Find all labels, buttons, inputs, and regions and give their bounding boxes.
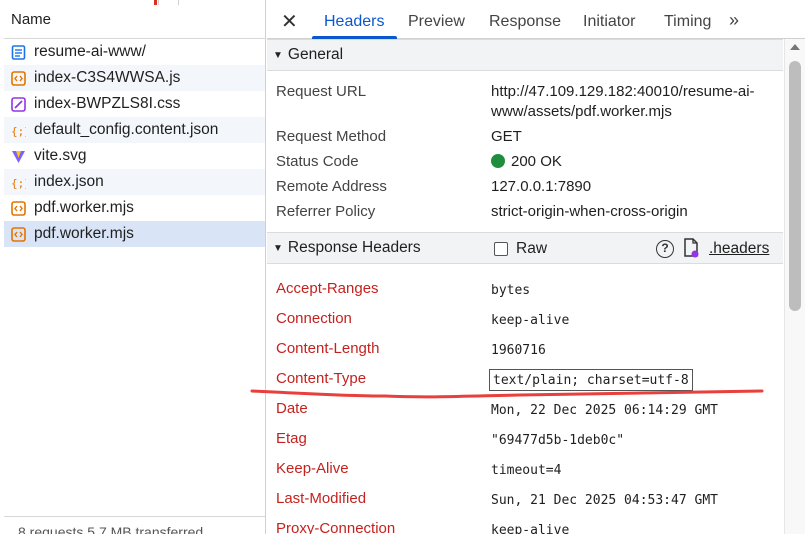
header-value: bytes xyxy=(491,283,531,298)
tab-response[interactable]: Response xyxy=(489,13,561,31)
request-name: index-BWPZLS8I.css xyxy=(34,95,181,112)
request-row[interactable]: pdf.worker.mjs xyxy=(4,195,265,221)
headers-file-link[interactable]: .headers xyxy=(709,240,769,258)
remote-address-value: 127.0.0.1:7890 xyxy=(491,178,592,195)
header-value: 1960716 xyxy=(491,343,546,358)
json-icon: {;} xyxy=(11,123,31,138)
raw-label[interactable]: Raw xyxy=(516,240,547,258)
request-method-label: Request Method xyxy=(276,128,387,145)
tab-initiator[interactable]: Initiator xyxy=(583,13,635,31)
help-icon[interactable]: ? xyxy=(656,240,674,258)
header-name: Proxy-Connection xyxy=(276,520,396,534)
tab-timing[interactable]: Timing xyxy=(664,13,711,31)
status-ok-icon xyxy=(491,154,505,168)
status-code-text: 200 OK xyxy=(511,153,562,170)
remote-address-label: Remote Address xyxy=(276,178,387,195)
script-icon xyxy=(11,200,26,216)
header-name: Keep-Alive xyxy=(276,460,349,477)
request-row[interactable]: {;} default_config.content.json xyxy=(4,117,265,143)
request-url-value: http://47.109.129.182:40010/resume-ai- xyxy=(491,83,755,100)
request-name: pdf.worker.mjs xyxy=(34,199,134,216)
scrollbar-thumb[interactable] xyxy=(789,61,801,311)
request-url-label: Request URL xyxy=(276,83,367,100)
header-value: Mon, 22 Dec 2025 06:14:29 GMT xyxy=(491,403,718,418)
request-row[interactable]: index-BWPZLS8I.css xyxy=(4,91,265,117)
json-icon: {;} xyxy=(11,175,31,190)
request-name: vite.svg xyxy=(34,147,87,164)
vertical-scrollbar[interactable] xyxy=(784,39,805,534)
request-name: pdf.worker.mjs xyxy=(34,225,134,242)
script-icon xyxy=(11,226,26,242)
raw-checkbox[interactable] xyxy=(494,242,508,256)
header-name: Etag xyxy=(276,430,307,447)
request-row[interactable]: vite.svg xyxy=(4,143,265,169)
svg-text:{;}: {;} xyxy=(11,125,26,138)
header-value: keep-alive xyxy=(491,523,570,534)
scroll-up-icon[interactable] xyxy=(790,44,800,50)
request-name: index-C3S4WWSA.js xyxy=(34,69,181,86)
request-row-selected[interactable]: pdf.worker.mjs xyxy=(4,221,265,247)
header-name: Content-Type xyxy=(276,370,367,387)
close-icon[interactable]: ✕ xyxy=(281,9,301,33)
name-column-label: Name xyxy=(11,11,52,28)
request-detail-panel: ✕ Headers Preview Response Initiator Tim… xyxy=(267,0,805,534)
stylesheet-icon xyxy=(11,96,26,112)
triangle-down-icon: ▼ xyxy=(273,49,283,61)
request-name: resume-ai-www/ xyxy=(34,43,146,60)
status-code-value: 200 OK xyxy=(491,153,562,170)
status-code-label: Status Code xyxy=(276,153,359,170)
triangle-down-icon: ▼ xyxy=(273,242,283,254)
header-value: Sun, 21 Dec 2025 04:53:47 GMT xyxy=(491,493,718,508)
header-name: Accept-Ranges xyxy=(276,280,379,297)
status-summary: 8 requests 5.7 MB transferred xyxy=(4,516,265,534)
tab-headers[interactable]: Headers xyxy=(324,13,384,31)
request-url-value-continued: www/assets/pdf.worker.mjs xyxy=(491,103,672,120)
request-name: default_config.content.json xyxy=(34,121,219,138)
request-row[interactable]: {;} index.json xyxy=(4,169,265,195)
detail-tab-bar: ✕ Headers Preview Response Initiator Tim… xyxy=(267,5,805,39)
header-value: keep-alive xyxy=(491,313,570,328)
header-value: timeout=4 xyxy=(491,463,562,478)
name-column-header[interactable]: Name xyxy=(4,5,265,39)
header-name: Last-Modified xyxy=(276,490,367,507)
header-value: "69477d5b-1deb0c" xyxy=(491,433,625,448)
header-name: Connection xyxy=(276,310,352,327)
header-name: Content-Length xyxy=(276,340,380,357)
file-override-icon[interactable] xyxy=(683,238,699,258)
general-section-header[interactable]: ▼ General xyxy=(267,39,783,71)
header-value: text/plain; charset=utf-8 xyxy=(493,373,689,388)
more-tabs-icon[interactable]: » xyxy=(729,10,739,31)
request-method-value: GET xyxy=(491,128,522,145)
section-title: General xyxy=(287,46,344,63)
svg-text:{;}: {;} xyxy=(11,177,26,190)
referrer-policy-label: Referrer Policy xyxy=(276,203,376,220)
script-icon xyxy=(11,70,26,86)
request-row[interactable]: resume-ai-www/ xyxy=(4,39,265,65)
tab-preview[interactable]: Preview xyxy=(408,13,465,31)
request-list-panel: Name resume-ai-www/ index-C3S4WWSA.js in… xyxy=(0,0,266,534)
request-row[interactable]: index-C3S4WWSA.js xyxy=(4,65,265,91)
request-name: index.json xyxy=(34,173,104,190)
header-name: Date xyxy=(276,400,308,417)
vite-icon xyxy=(11,149,26,164)
referrer-policy-value: strict-origin-when-cross-origin xyxy=(491,203,688,220)
section-title: Response Headers xyxy=(287,239,421,256)
document-icon xyxy=(11,44,26,60)
